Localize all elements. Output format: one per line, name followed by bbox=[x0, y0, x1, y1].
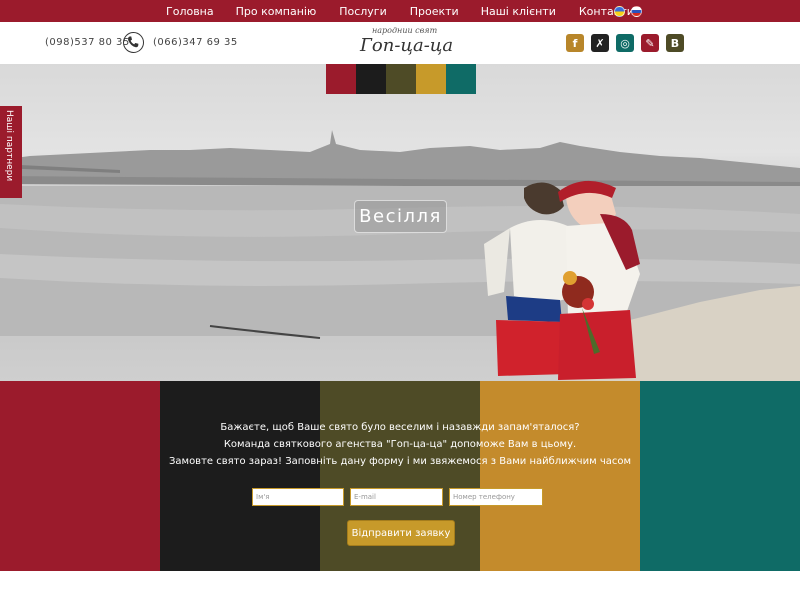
submit-request-button[interactable]: Відправити заявку bbox=[347, 520, 455, 546]
stripe-2 bbox=[160, 381, 320, 571]
tile-gold[interactable] bbox=[416, 64, 446, 94]
form-intro-line-1: Бажаєте, щоб Ваше свято було веселим і н… bbox=[220, 422, 580, 433]
phone-icon bbox=[123, 32, 144, 53]
phone-number-2[interactable]: (066)347 69 35 bbox=[153, 37, 238, 48]
phone-number-1[interactable]: (098)537 80 35 bbox=[45, 37, 130, 48]
page: Головна Про компанію Послуги Проекти Наш… bbox=[0, 0, 800, 600]
russian-flag-icon[interactable] bbox=[631, 6, 642, 17]
phone-input[interactable]: Номер телефону bbox=[449, 488, 543, 506]
tile-red[interactable] bbox=[326, 64, 356, 94]
email-input[interactable]: E-mail bbox=[350, 488, 443, 506]
hero-banner: Весілля bbox=[0, 64, 800, 381]
ukrainian-flag-icon[interactable] bbox=[614, 6, 625, 17]
tile-black[interactable] bbox=[356, 64, 386, 94]
stripe-4 bbox=[480, 381, 640, 571]
logo[interactable]: народнии свят Гоп-ца-ца bbox=[340, 25, 460, 63]
header: (098)537 80 35 (066)347 69 35 народнии с… bbox=[0, 22, 800, 64]
logo-tagline: народнии свят bbox=[372, 26, 438, 35]
form-intro-line-3: Замовте свято зараз! Заповніть дану форм… bbox=[168, 456, 632, 467]
hero-title: Весілля bbox=[354, 200, 447, 233]
page-footer-area bbox=[0, 571, 800, 600]
form-intro-text: Бажаєте, щоб Ваше свято було веселим і н… bbox=[0, 419, 800, 470]
hero-color-tiles bbox=[326, 64, 476, 94]
nav-home[interactable]: Головна bbox=[166, 5, 214, 18]
odnoklassniki-icon[interactable]: ✎ bbox=[641, 34, 659, 52]
nav-services[interactable]: Послуги bbox=[339, 5, 387, 18]
order-form-section: Бажаєте, щоб Ваше свято було веселим і н… bbox=[0, 381, 800, 571]
name-input[interactable]: Ім'я bbox=[252, 488, 344, 506]
nav-projects[interactable]: Проекти bbox=[410, 5, 459, 18]
stripe-5 bbox=[640, 381, 800, 571]
instagram-icon[interactable]: ◎ bbox=[616, 34, 634, 52]
facebook-icon[interactable]: f bbox=[566, 34, 584, 52]
vkontakte-icon[interactable]: ✗ bbox=[591, 34, 609, 52]
partners-tab-label: Наші партнери bbox=[4, 110, 14, 182]
nav-contacts[interactable]: Контакти bbox=[579, 5, 634, 18]
stripe-1 bbox=[0, 381, 160, 571]
main-menu: Головна Про компанію Послуги Проекти Наш… bbox=[150, 0, 634, 22]
b-icon[interactable]: B bbox=[666, 34, 684, 52]
tile-olive[interactable] bbox=[386, 64, 416, 94]
nav-about[interactable]: Про компанію bbox=[236, 5, 317, 18]
tile-teal[interactable] bbox=[446, 64, 476, 94]
partners-tab[interactable]: Наші партнери bbox=[0, 106, 22, 198]
top-nav-bar: Головна Про компанію Послуги Проекти Наш… bbox=[0, 0, 800, 22]
nav-clients[interactable]: Наші клієнти bbox=[481, 5, 556, 18]
form-intro-line-2: Команда святкового агенства "Гоп-ца-ца" … bbox=[223, 439, 577, 450]
logo-name: Гоп-ца-ца bbox=[360, 35, 454, 56]
